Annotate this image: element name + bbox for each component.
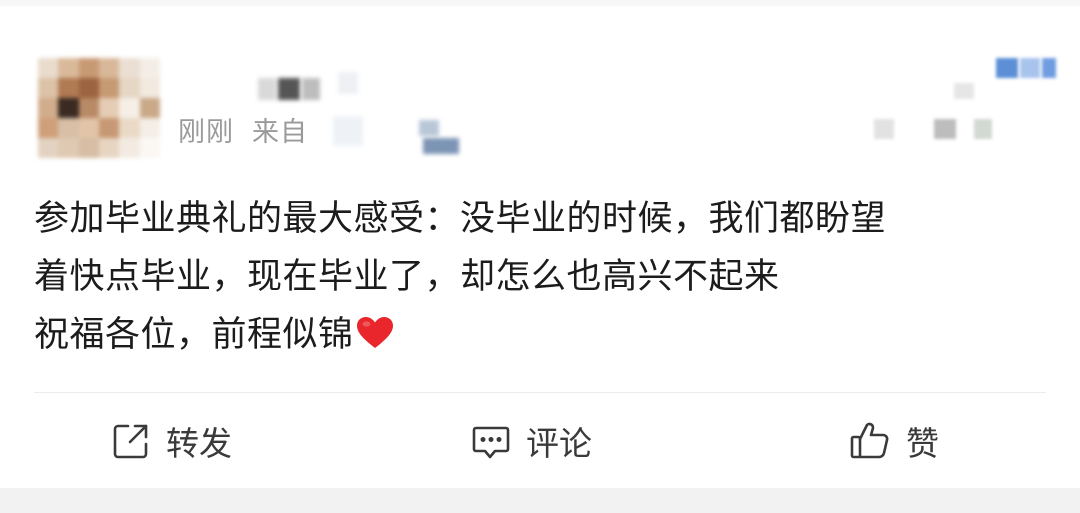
bottom-separator [0,488,1080,513]
post-content-line: 着快点毕业，现在毕业了，却怎么也高兴不起来 [34,257,780,297]
post-source-redacted[interactable] [333,116,463,156]
avatar[interactable] [38,58,160,158]
post-source-prefix: 来自 [252,117,308,148]
repost-button[interactable]: 转发 [110,412,232,470]
like-label: 赞 [906,424,939,463]
post-time: 刚刚 [178,117,234,148]
post-meta: 刚刚 来自 [178,110,308,149]
comment-button[interactable]: 评论 [470,412,592,470]
post-content: 参加毕业典礼的最大感受：没毕业的时候，我们都盼望 着快点毕业，现在毕业了，却怎么… [34,190,1044,368]
comment-label: 评论 [526,424,592,463]
thumbs-up-icon [848,419,892,463]
repost-label: 转发 [166,424,232,463]
post-content-text: 祝福各位，前程似锦 [34,315,354,355]
weibo-post-card: 刚刚 来自 参加毕业典礼的最大感受：没毕业的时候，我们都盼望 着快点毕业，现在毕业… [0,0,1080,513]
comment-icon [470,420,512,462]
divider [34,392,1046,393]
post-content-line: 祝福各位，前程似锦 [34,306,1044,368]
like-button[interactable]: 赞 [848,412,939,470]
follow-button-redacted[interactable] [860,55,1070,145]
top-separator [0,0,1080,6]
heart-icon [356,310,394,368]
username-redacted[interactable] [258,72,438,106]
share-icon [110,420,152,462]
post-content-line: 参加毕业典礼的最大感受：没毕业的时候，我们都盼望 [34,199,887,239]
